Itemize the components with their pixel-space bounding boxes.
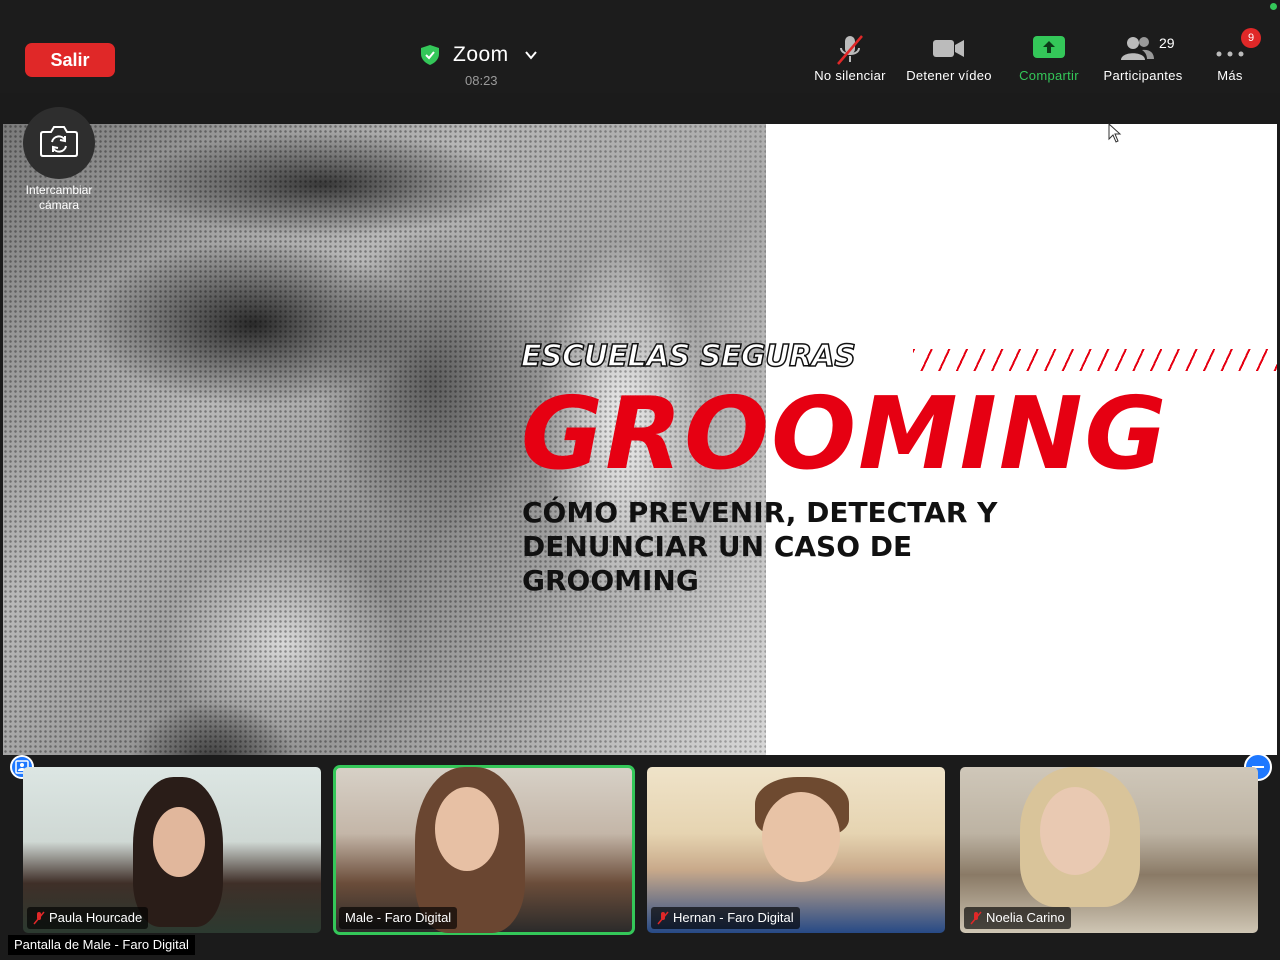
muted-mic-icon xyxy=(970,911,982,925)
participant-face xyxy=(153,807,205,877)
participant-tile-active-speaker[interactable]: Male - Faro Digital xyxy=(333,765,635,935)
unmute-label: No silenciar xyxy=(814,68,886,83)
leave-button[interactable]: Salir xyxy=(25,43,115,77)
swap-camera-button[interactable] xyxy=(23,107,95,179)
notification-badge: 9 xyxy=(1241,28,1261,48)
status-indicator-dot xyxy=(1270,3,1277,10)
share-arrow-icon xyxy=(1033,36,1065,58)
participant-name: Paula Hourcade xyxy=(49,910,143,925)
swap-camera-label: Intercambiar cámara xyxy=(25,183,93,212)
participant-name-tag: Male - Faro Digital xyxy=(339,907,458,929)
slide-stripes-decoration xyxy=(913,349,1277,371)
stop-video-label: Detener vídeo xyxy=(906,68,992,83)
participant-name: Noelia Carino xyxy=(986,910,1065,925)
slide-headline: GROOMING xyxy=(521,375,1169,492)
meeting-timer: 08:23 xyxy=(465,73,498,88)
meeting-title: Zoom xyxy=(453,43,509,66)
participant-face xyxy=(762,792,840,882)
slide-kicker: ESCUELAS SEGURAS xyxy=(520,338,856,375)
participant-face xyxy=(435,787,499,871)
share-screen-label: Compartir xyxy=(1019,68,1079,83)
participants-button[interactable]: 29 Participantes xyxy=(1095,30,1191,90)
participants-icon xyxy=(1121,37,1155,60)
share-source-label: Pantalla de Male - Faro Digital xyxy=(8,935,195,955)
video-camera-icon xyxy=(933,40,964,57)
slide-subline: CÓMO PREVENIR, DETECTAR Y DENUNCIAR UN C… xyxy=(522,496,998,597)
participant-name-tag: Noelia Carino xyxy=(964,907,1071,929)
participants-label: Participantes xyxy=(1103,68,1183,83)
participant-name: Hernan - Faro Digital xyxy=(673,910,794,925)
muted-mic-icon xyxy=(657,911,669,925)
participant-name-tag: Hernan - Faro Digital xyxy=(651,907,800,929)
shield-icon xyxy=(421,45,439,65)
participant-tile[interactable]: Hernan - Faro Digital xyxy=(647,767,945,933)
meeting-title-menu[interactable]: Zoom 08:23 xyxy=(418,40,548,96)
meeting-toolbar: Salir Zoom 08:23 No silenciar Detener ví… xyxy=(0,0,1280,93)
participant-name: Male - Faro Digital xyxy=(345,910,452,925)
participant-name-tag: Paula Hourcade xyxy=(27,907,149,929)
more-label: Más xyxy=(1217,68,1243,83)
stop-video-button[interactable]: Detener vídeo xyxy=(898,30,1000,90)
camera-switch-icon xyxy=(40,126,78,157)
participant-tile[interactable]: Noelia Carino xyxy=(960,767,1258,933)
shared-screen: ESCUELAS SEGURAS GROOMING CÓMO PREVENIR,… xyxy=(3,124,1277,755)
participant-tile[interactable]: Paula Hourcade xyxy=(23,767,321,933)
muted-mic-icon xyxy=(33,911,45,925)
microphone-muted-icon xyxy=(837,35,863,65)
participants-count: 29 xyxy=(1159,35,1175,51)
more-button[interactable]: 9 Más xyxy=(1205,28,1261,90)
participant-face xyxy=(1040,787,1110,875)
chevron-down-icon xyxy=(525,51,537,60)
share-screen-button[interactable]: Compartir xyxy=(1010,30,1088,90)
unmute-button[interactable]: No silenciar xyxy=(805,30,895,90)
mouse-cursor-icon xyxy=(1108,123,1122,143)
